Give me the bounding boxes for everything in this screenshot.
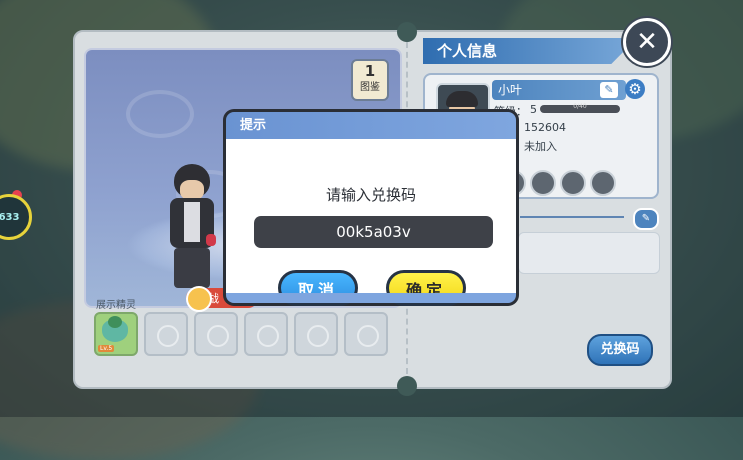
card-notch-top — [397, 22, 417, 42]
display-slot-5[interactable] — [294, 312, 338, 356]
redeem-code-button[interactable]: 兑换码 — [587, 334, 653, 366]
display-pokemon-label: 展示精灵 — [96, 300, 136, 311]
pokeball-icon — [157, 325, 179, 347]
settings-gear-icon[interactable]: ⚙ — [625, 79, 645, 99]
close-icon: ✕ — [636, 27, 658, 57]
pokeball-icon — [357, 325, 379, 347]
signature-box — [518, 232, 660, 274]
card-notch-bottom — [397, 376, 417, 396]
player-id: 152604 — [524, 121, 566, 134]
pokedex-count: 1 — [364, 62, 376, 80]
achievement-badge[interactable] — [590, 170, 616, 196]
edit-signature-icon[interactable]: ✎ — [633, 208, 659, 230]
pokeball-watermark-icon — [126, 90, 194, 138]
player-character — [162, 158, 222, 298]
xp-text: 0/40 — [573, 103, 587, 110]
display-slot-3[interactable] — [194, 312, 238, 356]
signature-divider — [520, 216, 624, 218]
edit-name-icon[interactable]: ✎ — [600, 82, 618, 98]
display-slot-1[interactable]: Lv.5 — [94, 312, 138, 356]
pokedex-button[interactable]: 1 图鉴 — [351, 59, 389, 101]
display-slot-4[interactable] — [244, 312, 288, 356]
display-slot-6[interactable] — [344, 312, 388, 356]
pokedex-label: 图鉴 — [360, 82, 380, 93]
dialog-prompt: 请输入兑换码 — [325, 186, 416, 204]
level-value: 5 — [530, 103, 537, 116]
pokeball-icon — [207, 325, 229, 347]
achievement-badge[interactable] — [530, 170, 556, 196]
dialog-title: 提示 — [226, 112, 516, 139]
redeem-code-dialog: 提示 请输入兑换码 00k5a03v 取消 确定 — [223, 109, 519, 306]
dialog-footer — [226, 293, 516, 303]
side-badge-label: 633 — [0, 211, 20, 223]
pokeball-icon — [307, 325, 329, 347]
redeem-code-input[interactable]: 00k5a03v — [254, 216, 493, 248]
personal-info-header: 个人信息 — [423, 38, 637, 64]
dialog-body: 请输入兑换码 00k5a03v 取消 确定 — [226, 139, 516, 306]
battle-power-icon — [186, 286, 212, 312]
xp-progress-bar: 0/40 — [540, 103, 620, 113]
pokeball-icon — [257, 325, 279, 347]
close-button[interactable]: ✕ — [623, 18, 671, 66]
guild-status: 未加入 — [524, 140, 557, 153]
slot-level: Lv.5 — [98, 345, 115, 352]
bulb-icon — [108, 316, 122, 328]
display-slot-2[interactable] — [144, 312, 188, 356]
achievement-badge[interactable] — [560, 170, 586, 196]
